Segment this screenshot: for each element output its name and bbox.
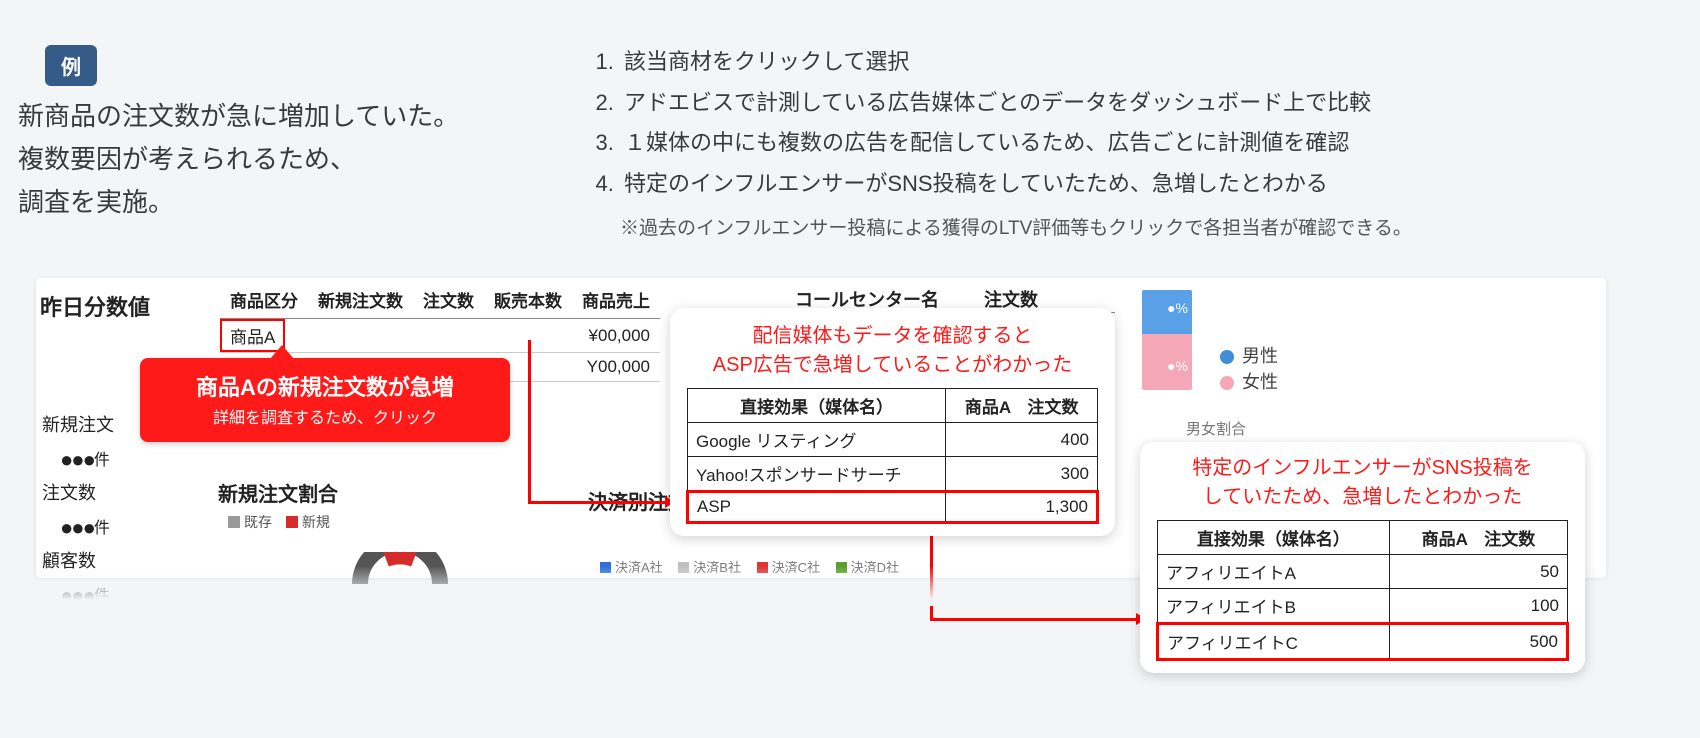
legend-swatch-d (836, 562, 847, 573)
step-4: 特定のインフルエンサーがSNS投稿をしていたため、急増したとわかる (620, 164, 1412, 205)
dot-female-icon (1220, 376, 1234, 390)
callout-text-1: 配信媒体もデータを確認すると (686, 322, 1099, 351)
payment-legend: 決済A社 決済B社 決済C社 決済D社 (588, 557, 899, 576)
callout-product-a: 商品Aの新規注文数が急増 詳細を調査するため、クリック (140, 358, 510, 442)
media-value: 300 (946, 457, 1098, 492)
th-new-orders: 新規注文数 (308, 283, 413, 319)
callout-text-1: 特定のインフルエンサーがSNS投稿を (1156, 454, 1569, 483)
steps-list: 該当商材をクリックして選択 アドエビスで計測している広告媒体ごとのデータをダッシ… (590, 42, 1412, 246)
th-orders: 注文数 (413, 283, 484, 319)
example-badge: 例 (45, 45, 97, 86)
stats-block: 新規注文 ●●●件 注文数 ●●●件 顧客数 ●●●件 (42, 410, 114, 614)
th-category: 商品区分 (220, 283, 308, 319)
table-row[interactable]: アフィリエイトA 50 (1158, 555, 1568, 589)
media-name: Yahoo!スポンサードサーチ (688, 457, 946, 492)
legend-label: 決済B社 (693, 560, 741, 575)
legend-female: 女性 (1242, 372, 1278, 392)
legend-male: 男性 (1242, 346, 1278, 366)
legend-swatch-a (600, 562, 611, 573)
arrow-line (528, 501, 671, 504)
affiliate-table: 直接効果（媒体名） 商品A 注文数 アフィリエイトA 50 アフィリエイトB 1… (1156, 520, 1569, 661)
callout-media-table: 配信媒体もデータを確認すると ASP広告で急増していることがわかった 直接効果（… (670, 308, 1115, 536)
arrow-line (528, 340, 531, 504)
affiliate-name: アフィリエイトC (1158, 624, 1390, 660)
th-orders: 商品A 注文数 (1389, 521, 1567, 555)
legend-swatch-new (286, 516, 298, 528)
legend-swatch-existing (228, 516, 240, 528)
stat-label: 顧客数 (42, 551, 96, 571)
table-row[interactable]: Yahoo!スポンサードサーチ 300 (688, 457, 1098, 492)
media-value: 400 (946, 423, 1098, 457)
sales-2: Y00,000 (572, 353, 660, 382)
affiliate-value: 50 (1389, 555, 1567, 589)
arrow-line (930, 618, 1142, 621)
callout-sub: 詳細を調査するため、クリック (150, 404, 500, 428)
pct-female: ●% (1167, 358, 1188, 374)
legend-label: 新規 (302, 514, 330, 530)
steps-note: ※過去のインフルエンサー投稿による獲得のLTV評価等もクリックで各担当者が確認で… (620, 211, 1412, 246)
callout-text-2: ASP広告で急増していることがわかった (686, 351, 1099, 380)
th-media: 直接効果（媒体名） (688, 389, 946, 423)
legend-label: 決済D社 (851, 560, 899, 575)
ratio-title: 新規注文割合 (218, 478, 338, 507)
step-3: １媒体の中にも複数の広告を配信しているため、広告ごとに計測値を確認 (620, 123, 1412, 164)
pct-male: ●% (1167, 300, 1188, 316)
section-title: 昨日分数値 (40, 290, 150, 322)
stat-label: 新規注文 (42, 415, 114, 435)
stat-unit: 件 (94, 452, 110, 469)
callout-title: 商品Aの新規注文数が急増 (150, 370, 500, 402)
th-sales: 商品売上 (572, 283, 660, 319)
gender-caption: 男女割合 (1186, 418, 1246, 439)
stat-value: ●●● (60, 447, 94, 472)
callout-affiliate-table: 特定のインフルエンサーがSNS投稿を していたため、急増したとわかった 直接効果… (1140, 442, 1585, 673)
cc-h1: コールセンター名 (795, 290, 939, 310)
legend-label: 既存 (244, 514, 272, 530)
stat-value: ●●● (60, 515, 94, 540)
step-1: 該当商材をクリックして選択 (620, 42, 1412, 83)
table-row-highlight[interactable]: アフィリエイトC 500 (1158, 624, 1568, 660)
affiliate-name: アフィリエイトA (1158, 555, 1390, 589)
media-value: 1,300 (946, 492, 1098, 523)
gender-legend: 男性 女性 (1220, 342, 1278, 394)
table-row[interactable]: アフィリエイトB 100 (1158, 589, 1568, 624)
stat-label: 注文数 (42, 483, 96, 503)
media-name: Google リスティング (688, 423, 946, 457)
stat-value: ●●● (60, 583, 94, 608)
table-header-row: 商品区分 新規注文数 注文数 販売本数 商品売上 (220, 283, 660, 319)
intro-line-1: 新商品の注文数が急に増加していた。 (18, 95, 459, 138)
media-name: ASP (688, 492, 946, 523)
stat-unit: 件 (94, 588, 110, 605)
dot-male-icon (1220, 350, 1234, 364)
th-orders: 商品A 注文数 (946, 389, 1098, 423)
th-units: 販売本数 (484, 283, 572, 319)
legend-swatch-b (678, 562, 689, 573)
legend-label: 決済C社 (772, 560, 820, 575)
table-row-highlight[interactable]: ASP 1,300 (688, 492, 1098, 523)
callout-text-2: していたため、急増したとわかった (1156, 483, 1569, 512)
legend-swatch-c (757, 562, 768, 573)
donut-chart-icon (340, 552, 460, 584)
step-2: アドエビスで計測している広告媒体ごとのデータをダッシュボード上で比較 (620, 83, 1412, 124)
intro-line-2: 複数要因が考えられるため、 (18, 138, 459, 181)
gender-bar-chart: ●% ●% (1142, 290, 1192, 390)
affiliate-name: アフィリエイトB (1158, 589, 1390, 624)
intro-line-3: 調査を実施。 (18, 181, 459, 224)
th-media: 直接効果（媒体名） (1158, 521, 1390, 555)
sales-1: ¥00,000 (572, 319, 660, 353)
cc-h2: 注文数 (984, 290, 1038, 310)
legend-label: 決済A社 (615, 560, 663, 575)
intro-text: 新商品の注文数が急に増加していた。 複数要因が考えられるため、 調査を実施。 (18, 95, 459, 224)
affiliate-value: 100 (1389, 589, 1567, 624)
table-row[interactable]: Google リスティング 400 (688, 423, 1098, 457)
media-table: 直接効果（媒体名） 商品A 注文数 Google リスティング 400 Yaho… (686, 388, 1099, 524)
stat-unit: 件 (94, 520, 110, 537)
ratio-legend: 既存 新規 (218, 512, 330, 532)
affiliate-value: 500 (1389, 624, 1567, 660)
